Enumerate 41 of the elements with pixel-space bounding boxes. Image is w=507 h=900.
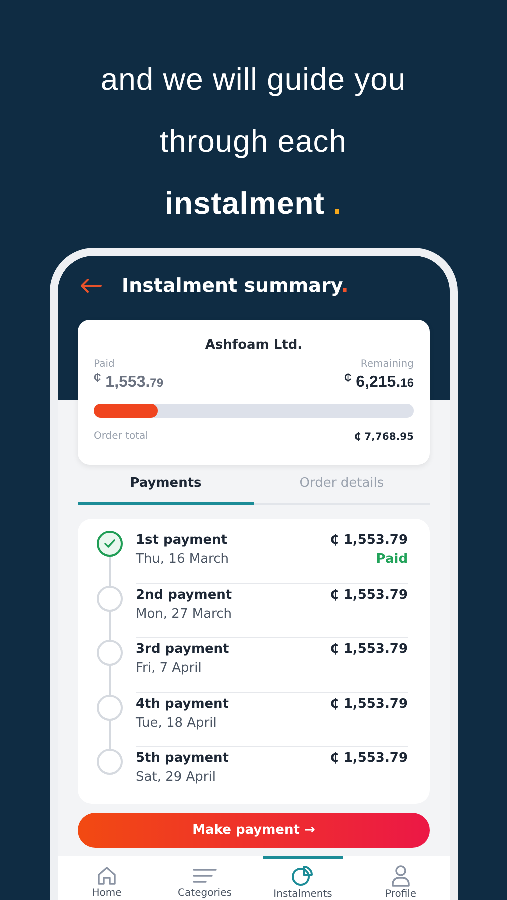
nav-item[interactable]: Instalments — [263, 856, 343, 900]
payment-amount: ₵ 1,553.79 — [330, 586, 408, 604]
payment-amount: ₵ 1,553.79 — [330, 641, 408, 659]
payment-date: Sat, 29 April — [136, 769, 217, 787]
headline-line: through each — [160, 123, 347, 161]
remaining-label: Remaining — [360, 358, 414, 372]
screen-title: Instalment summary. — [122, 275, 349, 297]
nav-label: Categories — [178, 888, 232, 900]
payment-amount: ₵ 1,553.79 — [330, 532, 408, 550]
remaining-amount: ₵ 6,215.16 — [344, 372, 414, 393]
merchant-name: Ashfoam Ltd. — [204, 338, 304, 354]
nav-item[interactable]: Home — [67, 856, 147, 900]
payment-date: Fri, 7 April — [136, 660, 203, 678]
payment-title: 5th payment — [136, 750, 230, 768]
nav-item[interactable]: Profile — [361, 856, 441, 900]
headline-line: and we will guide you — [100, 61, 406, 99]
payment-title: 4th payment — [136, 696, 230, 714]
payment-title: 1st payment — [136, 532, 229, 550]
nav-item[interactable]: Categories — [165, 856, 245, 900]
make-payment-button[interactable]: Make payment → — [78, 813, 430, 848]
nav-label: Home — [92, 888, 122, 900]
nav-label: Instalments — [274, 889, 332, 900]
back-arrow-icon[interactable] — [80, 279, 102, 293]
pie-chart-icon — [291, 865, 315, 887]
paid-amount: ₵ 1,553.79 — [94, 372, 164, 393]
payment-title: 3rd payment — [136, 641, 230, 659]
home-icon — [96, 865, 118, 886]
order-total-label: Order total — [94, 430, 148, 444]
tab[interactable]: Payments — [78, 473, 254, 505]
payment-amount: ₵ 1,553.79 — [330, 750, 408, 768]
payment-amount: ₵ 1,553.79 — [330, 696, 408, 714]
payment-title: 2nd payment — [136, 586, 232, 604]
payment-date: Mon, 27 March — [136, 606, 232, 624]
nav-label: Profile — [385, 889, 417, 900]
payment-date: Thu, 16 March — [136, 551, 229, 569]
person-icon — [391, 865, 411, 887]
payment-status: Paid — [375, 551, 408, 569]
headline-line: instalment . — [164, 185, 342, 223]
paid-label: Paid — [94, 358, 115, 372]
payment-date: Tue, 18 April — [136, 714, 218, 732]
order-total-value: ₵ 7,768.95 — [354, 432, 414, 442]
